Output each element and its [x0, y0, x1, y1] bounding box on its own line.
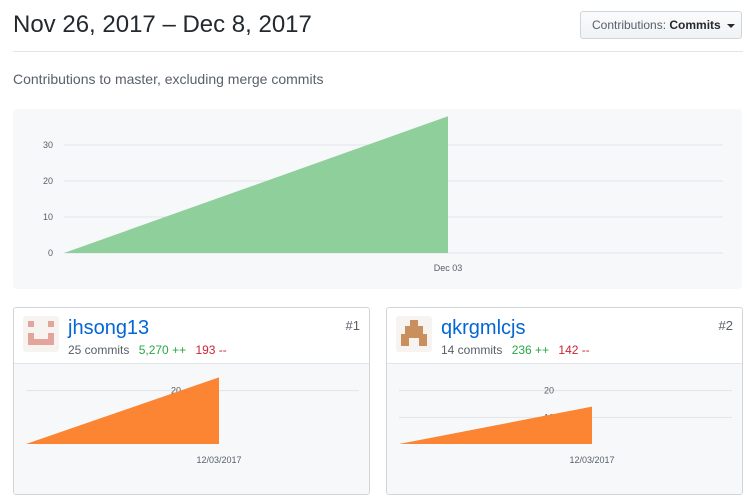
caret-down-icon [727, 23, 736, 28]
identicon-avatar-icon[interactable] [396, 316, 432, 352]
area-series [64, 116, 448, 253]
x-tick-label: Dec 03 [434, 263, 463, 273]
contributor-chart: 20 12/03/2017 [14, 363, 369, 494]
contributor-card: qkrgmlcjs #2 14 commits 236 ++ 142 -- 10… [386, 307, 743, 495]
x-tick-label: 12/03/2017 [569, 455, 614, 465]
contributor-username-link[interactable]: jhsong13 [68, 317, 149, 340]
contributor-card-header: qkrgmlcjs #2 14 commits 236 ++ 142 -- [387, 308, 742, 363]
page-header: Nov 26, 2017 – Dec 8, 2017 Contributions… [0, 0, 747, 52]
x-tick-label: 12/03/2017 [196, 455, 241, 465]
area-series [26, 377, 219, 444]
chart-subtitle: Contributions to master, excluding merge… [13, 71, 324, 87]
contributor-chart: 102012/03/2017 [387, 363, 742, 494]
contributor-rank: #1 [345, 318, 360, 333]
identicon-avatar-icon[interactable] [23, 316, 59, 352]
additions-count: 5,270 ++ [138, 343, 187, 357]
y-tick-label: 0 [48, 248, 53, 258]
main-chart-svg: 0 10 20 30 Dec 03 [43, 116, 723, 273]
deletions-count: 193 -- [195, 343, 227, 357]
commit-count-link[interactable]: 25 commits [68, 343, 129, 357]
additions-count: 236 ++ [511, 343, 550, 357]
contributor-username-link[interactable]: qkrgmlcjs [441, 317, 525, 340]
y-tick-label: 20 [43, 176, 53, 186]
commit-count-link[interactable]: 14 commits [441, 343, 502, 357]
contributor-chart-svg: 102012/03/2017 [399, 386, 732, 465]
contributions-main-chart: 0 10 20 30 Dec 03 [13, 109, 742, 289]
contributor-chart-svg: 2012/03/2017 [26, 377, 359, 465]
contributions-label: Contributions: [592, 18, 667, 32]
contributions-type-dropdown[interactable]: Contributions: Commits [580, 11, 742, 39]
y-tick-label: 10 [43, 212, 53, 222]
contributor-card-header: jhsong13 #1 25 commits 5,270 ++ 193 -- [14, 308, 369, 363]
y-tick-label: 20 [544, 386, 554, 396]
contributor-rank: #2 [718, 318, 733, 333]
contributor-stats: 14 commits 236 ++ 142 -- [441, 343, 590, 357]
deletions-count: 142 -- [558, 343, 590, 357]
header-divider [13, 51, 743, 52]
date-range-title: Nov 26, 2017 – Dec 8, 2017 [13, 11, 312, 38]
y-tick-label: 30 [43, 140, 53, 150]
contributions-value: Commits [669, 18, 721, 32]
contributor-stats: 25 commits 5,270 ++ 193 -- [68, 343, 227, 357]
contributor-card: jhsong13 #1 25 commits 5,270 ++ 193 -- 2… [13, 307, 370, 495]
area-series [399, 406, 592, 444]
